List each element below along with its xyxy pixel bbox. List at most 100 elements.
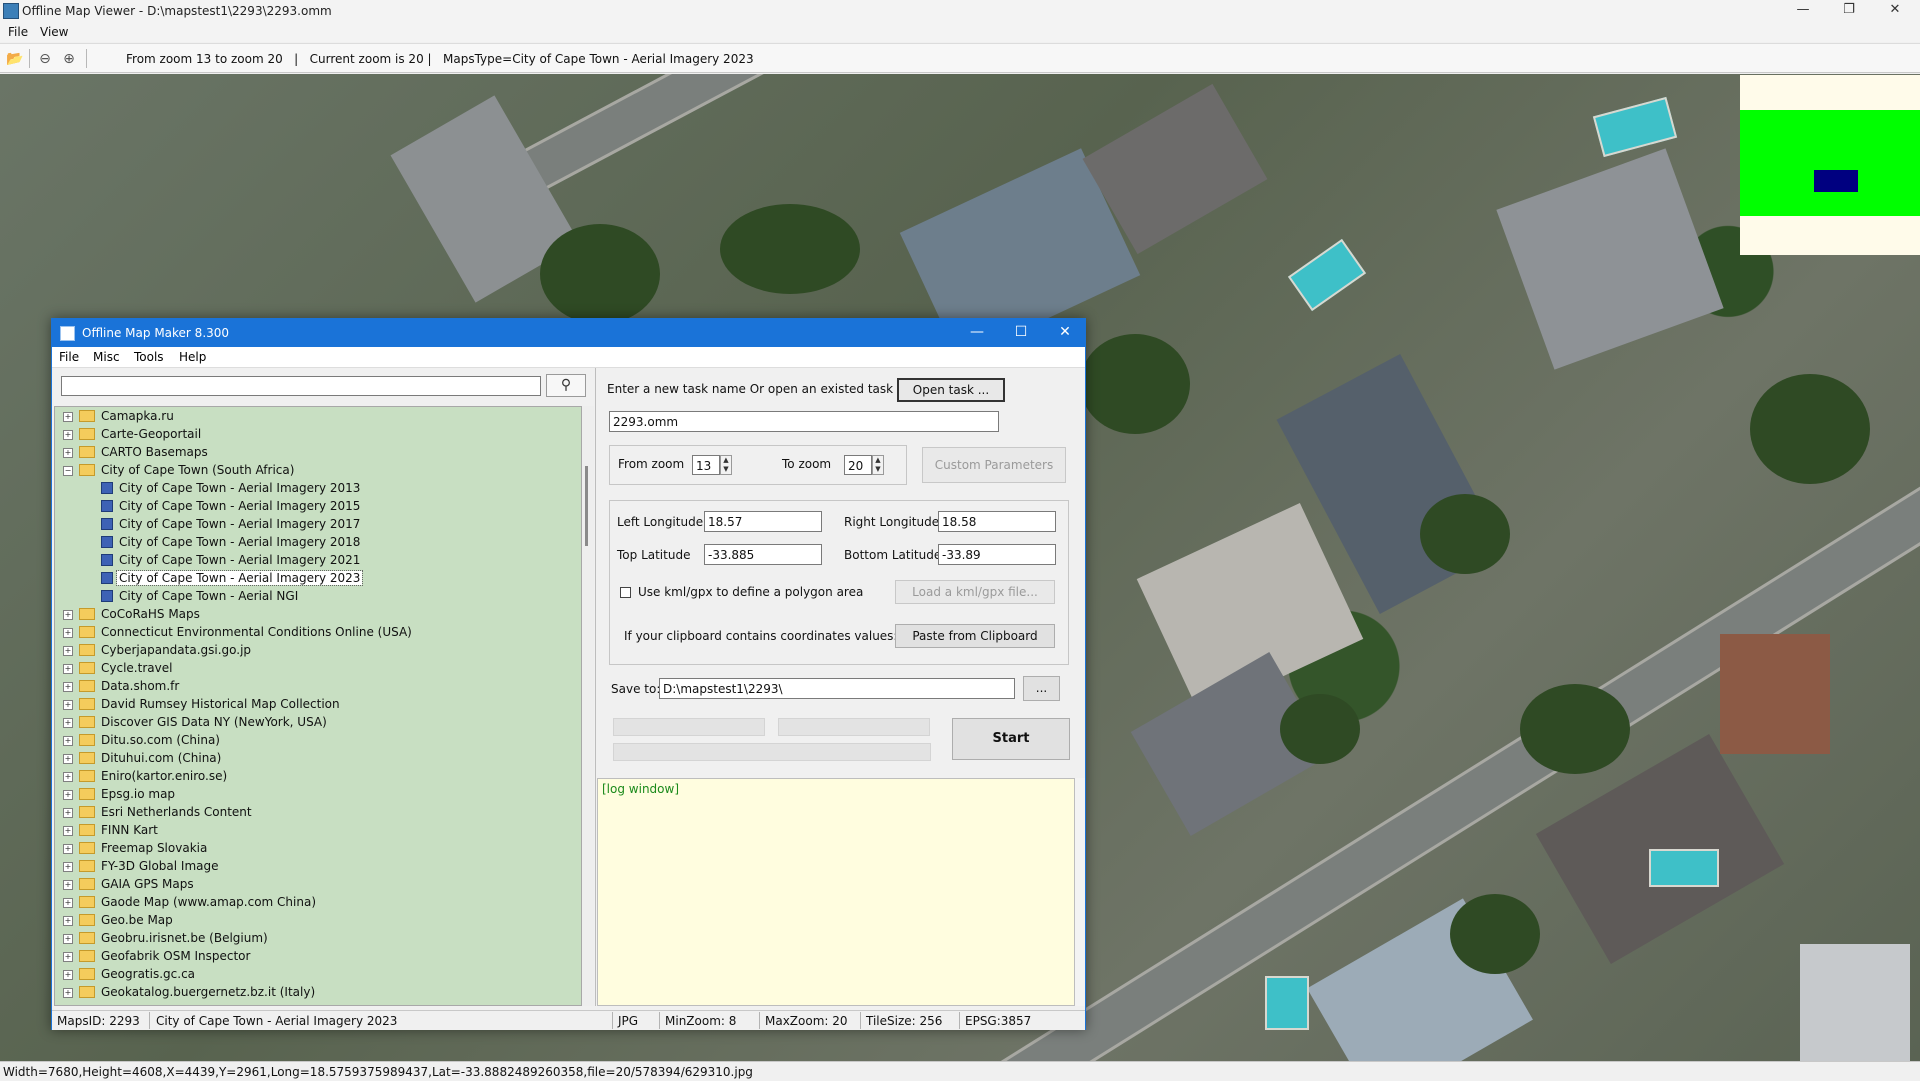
tree-folder-item[interactable]: + Ditu.so.com (China): [55, 731, 581, 749]
save-to-input[interactable]: D:\mapstest1\2293\: [659, 678, 1015, 699]
log-window[interactable]: [log window]: [597, 778, 1075, 1006]
tree-folder-item[interactable]: + Freemap Slovakia: [55, 839, 581, 857]
expand-icon[interactable]: +: [63, 628, 73, 638]
expand-icon[interactable]: +: [63, 646, 73, 656]
expand-icon[interactable]: +: [63, 790, 73, 800]
tree-folder-item[interactable]: + CARTO Basemaps: [55, 443, 581, 461]
dialog-menu-help[interactable]: Help: [179, 350, 206, 364]
minimize-icon[interactable]: —: [1780, 0, 1826, 22]
tree-folder-item[interactable]: + Geobru.irisnet.be (Belgium): [55, 929, 581, 947]
tree-map-item[interactable]: City of Cape Town - Aerial Imagery 2013: [55, 479, 581, 497]
expand-icon[interactable]: +: [63, 412, 73, 422]
tree-folder-item[interactable]: + Gaode Map (www.amap.com China): [55, 893, 581, 911]
expand-icon[interactable]: +: [63, 754, 73, 764]
tree-map-item[interactable]: City of Cape Town - Aerial Imagery 2015: [55, 497, 581, 515]
dialog-maximize-icon[interactable]: ☐: [999, 319, 1043, 347]
expand-icon[interactable]: +: [63, 772, 73, 782]
to-zoom-spinner[interactable]: ▲ ▼: [872, 455, 884, 475]
tree-folder-item[interactable]: + Geokatalog.buergernetz.bz.it (Italy): [55, 983, 581, 1001]
paste-from-clipboard-button[interactable]: Paste from Clipboard: [895, 624, 1055, 648]
overview-map[interactable]: [1740, 75, 1920, 255]
expand-icon[interactable]: +: [63, 916, 73, 926]
tree-folder-item[interactable]: + Geogratis.gc.ca: [55, 965, 581, 983]
close-icon[interactable]: ✕: [1872, 0, 1918, 22]
expand-icon[interactable]: +: [63, 700, 73, 710]
from-zoom-input[interactable]: 13: [692, 455, 720, 475]
dialog-menu-tools[interactable]: Tools: [134, 350, 164, 364]
tree-map-item[interactable]: City of Cape Town - Aerial Imagery 2017: [55, 515, 581, 533]
tree-folder-item[interactable]: + Dituhui.com (China): [55, 749, 581, 767]
dialog-minimize-icon[interactable]: —: [955, 319, 999, 347]
expand-icon[interactable]: +: [63, 952, 73, 962]
expand-icon[interactable]: +: [63, 664, 73, 674]
menu-file[interactable]: File: [8, 25, 28, 39]
expand-icon[interactable]: +: [63, 880, 73, 890]
expand-icon[interactable]: +: [63, 430, 73, 440]
overview-viewport-box[interactable]: [1814, 170, 1858, 192]
tree-folder-item[interactable]: + Discover GIS Data NY (NewYork, USA): [55, 713, 581, 731]
tree-folder-item[interactable]: + Connecticut Environmental Conditions On…: [55, 623, 581, 641]
expand-icon[interactable]: +: [63, 898, 73, 908]
tree-folder-item[interactable]: + CoCoRaHS Maps: [55, 605, 581, 623]
tree-folder-item[interactable]: + Data.shom.fr: [55, 677, 581, 695]
kml-polygon-checkbox[interactable]: [620, 587, 631, 598]
left-longitude-input[interactable]: 18.57: [704, 511, 822, 532]
expand-icon[interactable]: +: [63, 988, 73, 998]
expand-icon[interactable]: +: [63, 862, 73, 872]
expand-icon[interactable]: +: [63, 736, 73, 746]
tree-scrollbar[interactable]: [582, 406, 594, 1006]
zoom-out-icon[interactable]: ⊖: [36, 50, 54, 68]
tree-map-item[interactable]: City of Cape Town - Aerial Imagery 2018: [55, 533, 581, 551]
menu-view[interactable]: View: [40, 25, 68, 39]
expand-icon[interactable]: +: [63, 610, 73, 620]
dialog-menu-misc[interactable]: Misc: [93, 350, 120, 364]
open-task-button[interactable]: Open task ...: [897, 378, 1005, 402]
log-scrollbar[interactable]: [1075, 778, 1085, 1006]
to-zoom-input[interactable]: 20: [844, 455, 872, 475]
tree-map-item[interactable]: City of Cape Town - Aerial Imagery 2021: [55, 551, 581, 569]
start-button[interactable]: Start: [952, 718, 1070, 760]
expand-icon[interactable]: +: [63, 682, 73, 692]
tree-folder-item[interactable]: + GAIA GPS Maps: [55, 875, 581, 893]
expand-icon[interactable]: +: [63, 844, 73, 854]
expand-icon[interactable]: +: [63, 448, 73, 458]
tree-folder-item[interactable]: + David Rumsey Historical Map Collection: [55, 695, 581, 713]
tree-folder-item[interactable]: + FY-3D Global Image: [55, 857, 581, 875]
tree-folder-item[interactable]: + Camapka.ru: [55, 407, 581, 425]
tree-folder-item[interactable]: + Eniro(kartor.eniro.se): [55, 767, 581, 785]
tree-map-item[interactable]: City of Cape Town - Aerial NGI: [55, 587, 581, 605]
load-kml-button[interactable]: Load a kml/gpx file...: [895, 580, 1055, 604]
tree-folder-item[interactable]: + FINN Kart: [55, 821, 581, 839]
folder-open-icon[interactable]: 📂: [6, 50, 24, 68]
task-name-input[interactable]: 2293.omm: [609, 411, 999, 432]
map-search-input[interactable]: [61, 376, 541, 396]
tree-folder-item[interactable]: + Carte-Geoportail: [55, 425, 581, 443]
dialog-close-icon[interactable]: ✕: [1043, 319, 1087, 347]
tree-folder-item[interactable]: + Geofabrik OSM Inspector: [55, 947, 581, 965]
tree-scrollbar-thumb[interactable]: [585, 466, 588, 546]
bottom-latitude-input[interactable]: -33.89: [938, 544, 1056, 565]
right-longitude-input[interactable]: 18.58: [938, 511, 1056, 532]
tree-map-item[interactable]: City of Cape Town - Aerial Imagery 2023: [55, 569, 581, 587]
tree-folder-item[interactable]: − City of Cape Town (South Africa): [55, 461, 581, 479]
top-latitude-input[interactable]: -33.885: [704, 544, 822, 565]
from-zoom-spinner[interactable]: ▲ ▼: [720, 455, 732, 475]
restore-icon[interactable]: ❐: [1826, 0, 1872, 22]
tree-folder-item[interactable]: + Esri Netherlands Content: [55, 803, 581, 821]
expand-icon[interactable]: +: [63, 970, 73, 980]
tree-folder-item[interactable]: + Geo.be Map: [55, 911, 581, 929]
dialog-menu-file[interactable]: File: [59, 350, 79, 364]
expand-icon[interactable]: +: [63, 718, 73, 728]
tree-folder-item[interactable]: + Epsg.io map: [55, 785, 581, 803]
collapse-icon[interactable]: −: [63, 466, 73, 476]
zoom-in-icon[interactable]: ⊕: [60, 50, 78, 68]
expand-icon[interactable]: +: [63, 934, 73, 944]
search-button[interactable]: ⚲: [546, 374, 586, 397]
expand-icon[interactable]: +: [63, 808, 73, 818]
tree-folder-item[interactable]: + Cycle.travel: [55, 659, 581, 677]
expand-icon[interactable]: +: [63, 826, 73, 836]
pane-splitter[interactable]: [595, 368, 596, 1006]
custom-parameters-button[interactable]: Custom Parameters: [922, 447, 1066, 483]
browse-folder-button[interactable]: ...: [1023, 676, 1060, 701]
tree-folder-item[interactable]: + Cyberjapandata.gsi.go.jp: [55, 641, 581, 659]
